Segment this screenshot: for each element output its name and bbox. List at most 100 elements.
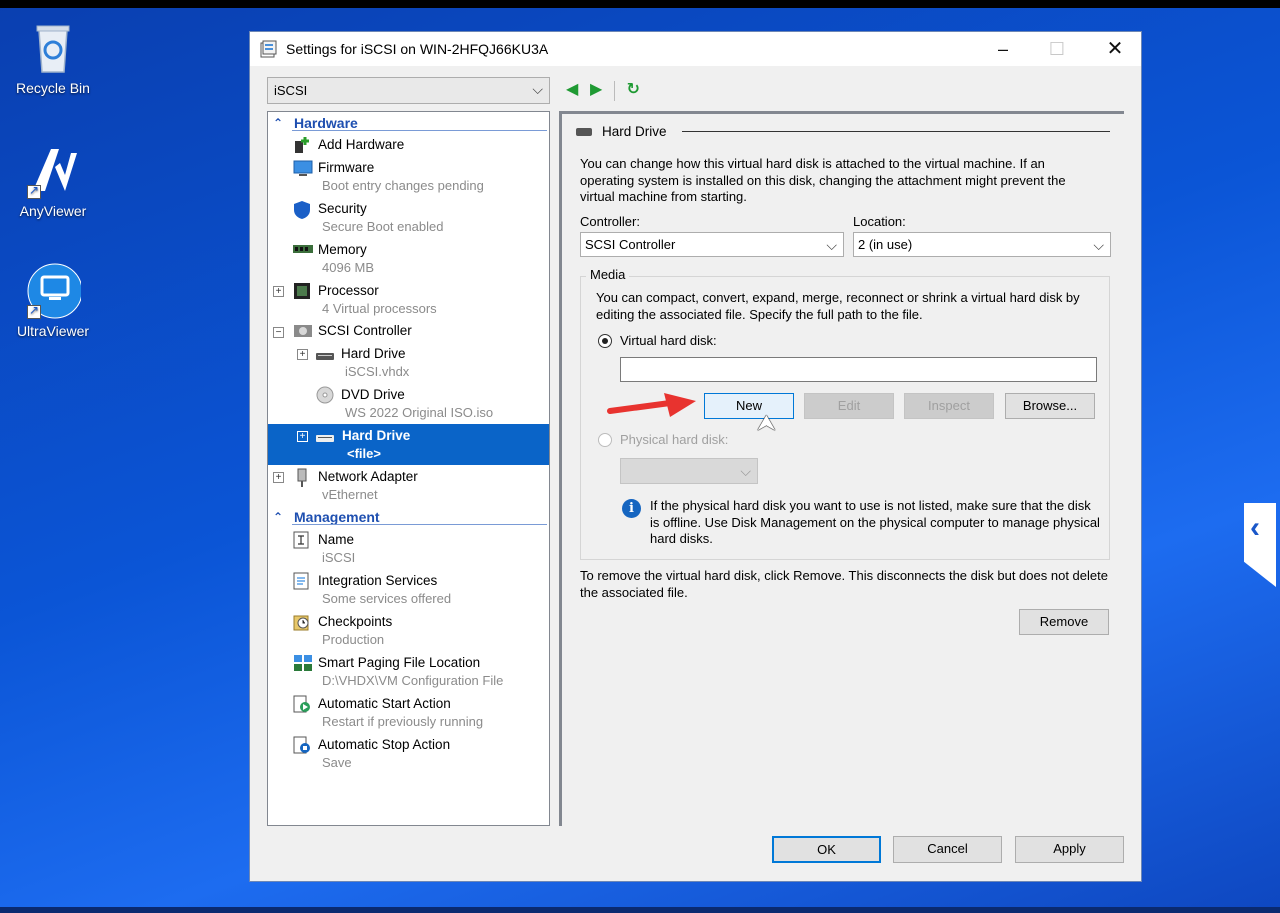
- media-group-label: Media: [586, 267, 630, 282]
- virtual-hard-disk-radio[interactable]: [598, 334, 612, 348]
- settings-window: Settings for iSCSI on WIN-2HFQJ66KU3A – …: [249, 31, 1142, 882]
- expand-icon[interactable]: +: [297, 349, 308, 360]
- tree-item-smart-paging[interactable]: Smart Paging File Location D:\VHDX\VM Co…: [268, 651, 549, 692]
- settings-app-icon: [260, 40, 278, 58]
- desktop-icon-label: UltraViewer: [16, 323, 90, 339]
- tree-item-firmware[interactable]: Firmware Boot entry changes pending: [268, 156, 549, 197]
- tree-item-checkpoints[interactable]: Checkpoints Production: [268, 610, 549, 651]
- physical-disk-select[interactable]: ⌵: [620, 458, 758, 484]
- screen-top-border: [0, 0, 1280, 8]
- controller-label: Controller:: [580, 214, 640, 229]
- settings-tree: ⌃ Hardware Add Hardware Firmware Boot en…: [267, 111, 550, 826]
- add-hardware-icon: [293, 136, 311, 154]
- mouse-cursor-icon: ⮝: [757, 410, 776, 435]
- expand-icon[interactable]: +: [273, 286, 284, 297]
- tree-item-memory[interactable]: Memory 4096 MB: [268, 238, 549, 279]
- physical-hard-disk-label: Physical hard disk:: [620, 432, 729, 447]
- automatic-start-icon: [293, 695, 311, 713]
- scsi-controller-icon: [293, 322, 312, 340]
- ultraviewer-icon: [25, 263, 83, 319]
- management-section-header[interactable]: ⌃ Management: [268, 506, 549, 528]
- remove-instructions: To remove the virtual hard disk, click R…: [580, 568, 1108, 600]
- tree-item-security[interactable]: Security Secure Boot enabled: [268, 197, 549, 238]
- shield-icon: [293, 200, 311, 219]
- desktop-icon-recycle-bin[interactable]: Recycle Bin: [5, 20, 101, 96]
- location-label: Location:: [853, 214, 906, 229]
- chevron-down-icon: ⌵: [740, 463, 751, 479]
- name-icon: [293, 531, 311, 549]
- cancel-button[interactable]: Cancel: [893, 836, 1002, 863]
- smart-paging-icon: [293, 654, 312, 672]
- section-divider: [682, 131, 1110, 132]
- refresh-icon[interactable]: ↻: [627, 79, 640, 99]
- memory-icon: [293, 243, 313, 261]
- remove-button[interactable]: Remove: [1019, 609, 1109, 635]
- location-select[interactable]: 2 (in use) ⌵: [853, 232, 1111, 257]
- expand-icon[interactable]: +: [273, 472, 284, 483]
- processor-icon: [293, 282, 311, 300]
- close-button[interactable]: ✕: [1092, 32, 1138, 66]
- desktop-icon-anyviewer[interactable]: AnyViewer: [5, 143, 101, 219]
- hard-drive-icon: [316, 349, 334, 367]
- tree-item-automatic-start[interactable]: Automatic Start Action Restart if previo…: [268, 692, 549, 733]
- screen-bottom-border: [0, 907, 1280, 913]
- inspect-button[interactable]: Inspect: [904, 393, 994, 419]
- previous-arrow-icon[interactable]: ◀: [566, 79, 578, 99]
- virtual-hard-disk-label: Virtual hard disk:: [620, 333, 717, 348]
- expand-icon[interactable]: +: [297, 431, 308, 442]
- description-text: You can change how this virtual hard dis…: [580, 156, 1066, 204]
- desktop-icon-label: Recycle Bin: [16, 80, 90, 96]
- chevron-down-icon: ⌵: [1093, 237, 1104, 253]
- hard-drive-icon: [576, 128, 592, 137]
- section-title: Hard Drive: [576, 124, 667, 139]
- automatic-stop-icon: [293, 736, 311, 754]
- ok-button[interactable]: OK: [772, 836, 881, 863]
- tree-item-automatic-stop[interactable]: Automatic Stop Action Save: [268, 733, 549, 774]
- edit-button[interactable]: Edit: [804, 393, 894, 419]
- recycle-bin-icon: [25, 20, 81, 76]
- toolbar-separator: [613, 80, 615, 101]
- tree-item-integration-services[interactable]: Integration Services Some services offer…: [268, 569, 549, 610]
- tree-item-add-hardware[interactable]: Add Hardware: [268, 134, 549, 156]
- maximize-button[interactable]: ☐: [1034, 32, 1080, 66]
- tree-item-network-adapter[interactable]: + Network Adapter vEthernet: [268, 465, 549, 506]
- firmware-icon: [293, 159, 313, 177]
- minimize-button[interactable]: –: [980, 32, 1026, 66]
- chevron-left-icon: ‹: [1250, 511, 1260, 544]
- tree-item-name[interactable]: Name iSCSI: [268, 528, 549, 569]
- integration-services-icon: [293, 572, 311, 590]
- collapse-caret-icon: ⌃: [273, 116, 284, 130]
- collapse-caret-icon: ⌃: [273, 510, 284, 524]
- controller-select[interactable]: SCSI Controller ⌵: [580, 232, 844, 257]
- info-icon: i: [622, 499, 641, 518]
- anyviewer-icon: [25, 143, 81, 199]
- vhd-path-input[interactable]: [620, 357, 1097, 382]
- side-panel-tab[interactable]: ‹: [1244, 503, 1276, 587]
- physical-hard-disk-radio[interactable]: [598, 433, 612, 447]
- vm-selector[interactable]: iSCSI ⌵: [267, 77, 550, 104]
- tree-item-hard-drive-vhdx[interactable]: + Hard Drive iSCSI.vhdx: [268, 342, 549, 383]
- collapse-icon[interactable]: −: [273, 327, 284, 338]
- new-button[interactable]: New: [704, 393, 794, 419]
- hard-drive-icon: [316, 431, 334, 449]
- network-adapter-icon: [293, 468, 311, 487]
- dvd-drive-icon: [316, 386, 334, 404]
- browse-button[interactable]: Browse...: [1005, 393, 1095, 419]
- info-text: If the physical hard disk you want to us…: [650, 498, 1100, 546]
- title-bar[interactable]: Settings for iSCSI on WIN-2HFQJ66KU3A – …: [250, 32, 1141, 66]
- tree-item-processor[interactable]: + Processor 4 Virtual processors: [268, 279, 549, 320]
- hard-drive-panel: Hard Drive You can change how this virtu…: [559, 111, 1124, 826]
- tree-item-dvd-drive[interactable]: DVD Drive WS 2022 Original ISO.iso: [268, 383, 549, 424]
- annotation-arrow-icon: [607, 393, 696, 417]
- tree-item-hard-drive-new[interactable]: + Hard Drive <file>: [268, 424, 549, 465]
- window-title: Settings for iSCSI on WIN-2HFQJ66KU3A: [286, 41, 549, 57]
- apply-button[interactable]: Apply: [1015, 836, 1124, 863]
- media-description: You can compact, convert, expand, merge,…: [596, 290, 1080, 322]
- desktop-icon-label: AnyViewer: [19, 203, 87, 219]
- next-arrow-icon[interactable]: ▶: [590, 79, 602, 99]
- desktop-icon-ultraviewer[interactable]: UltraViewer: [5, 263, 101, 339]
- chevron-down-icon: ⌵: [826, 237, 837, 253]
- tree-item-scsi-controller[interactable]: − SCSI Controller: [268, 320, 549, 342]
- hardware-section-header[interactable]: ⌃ Hardware: [268, 112, 549, 134]
- checkpoints-icon: [293, 613, 311, 631]
